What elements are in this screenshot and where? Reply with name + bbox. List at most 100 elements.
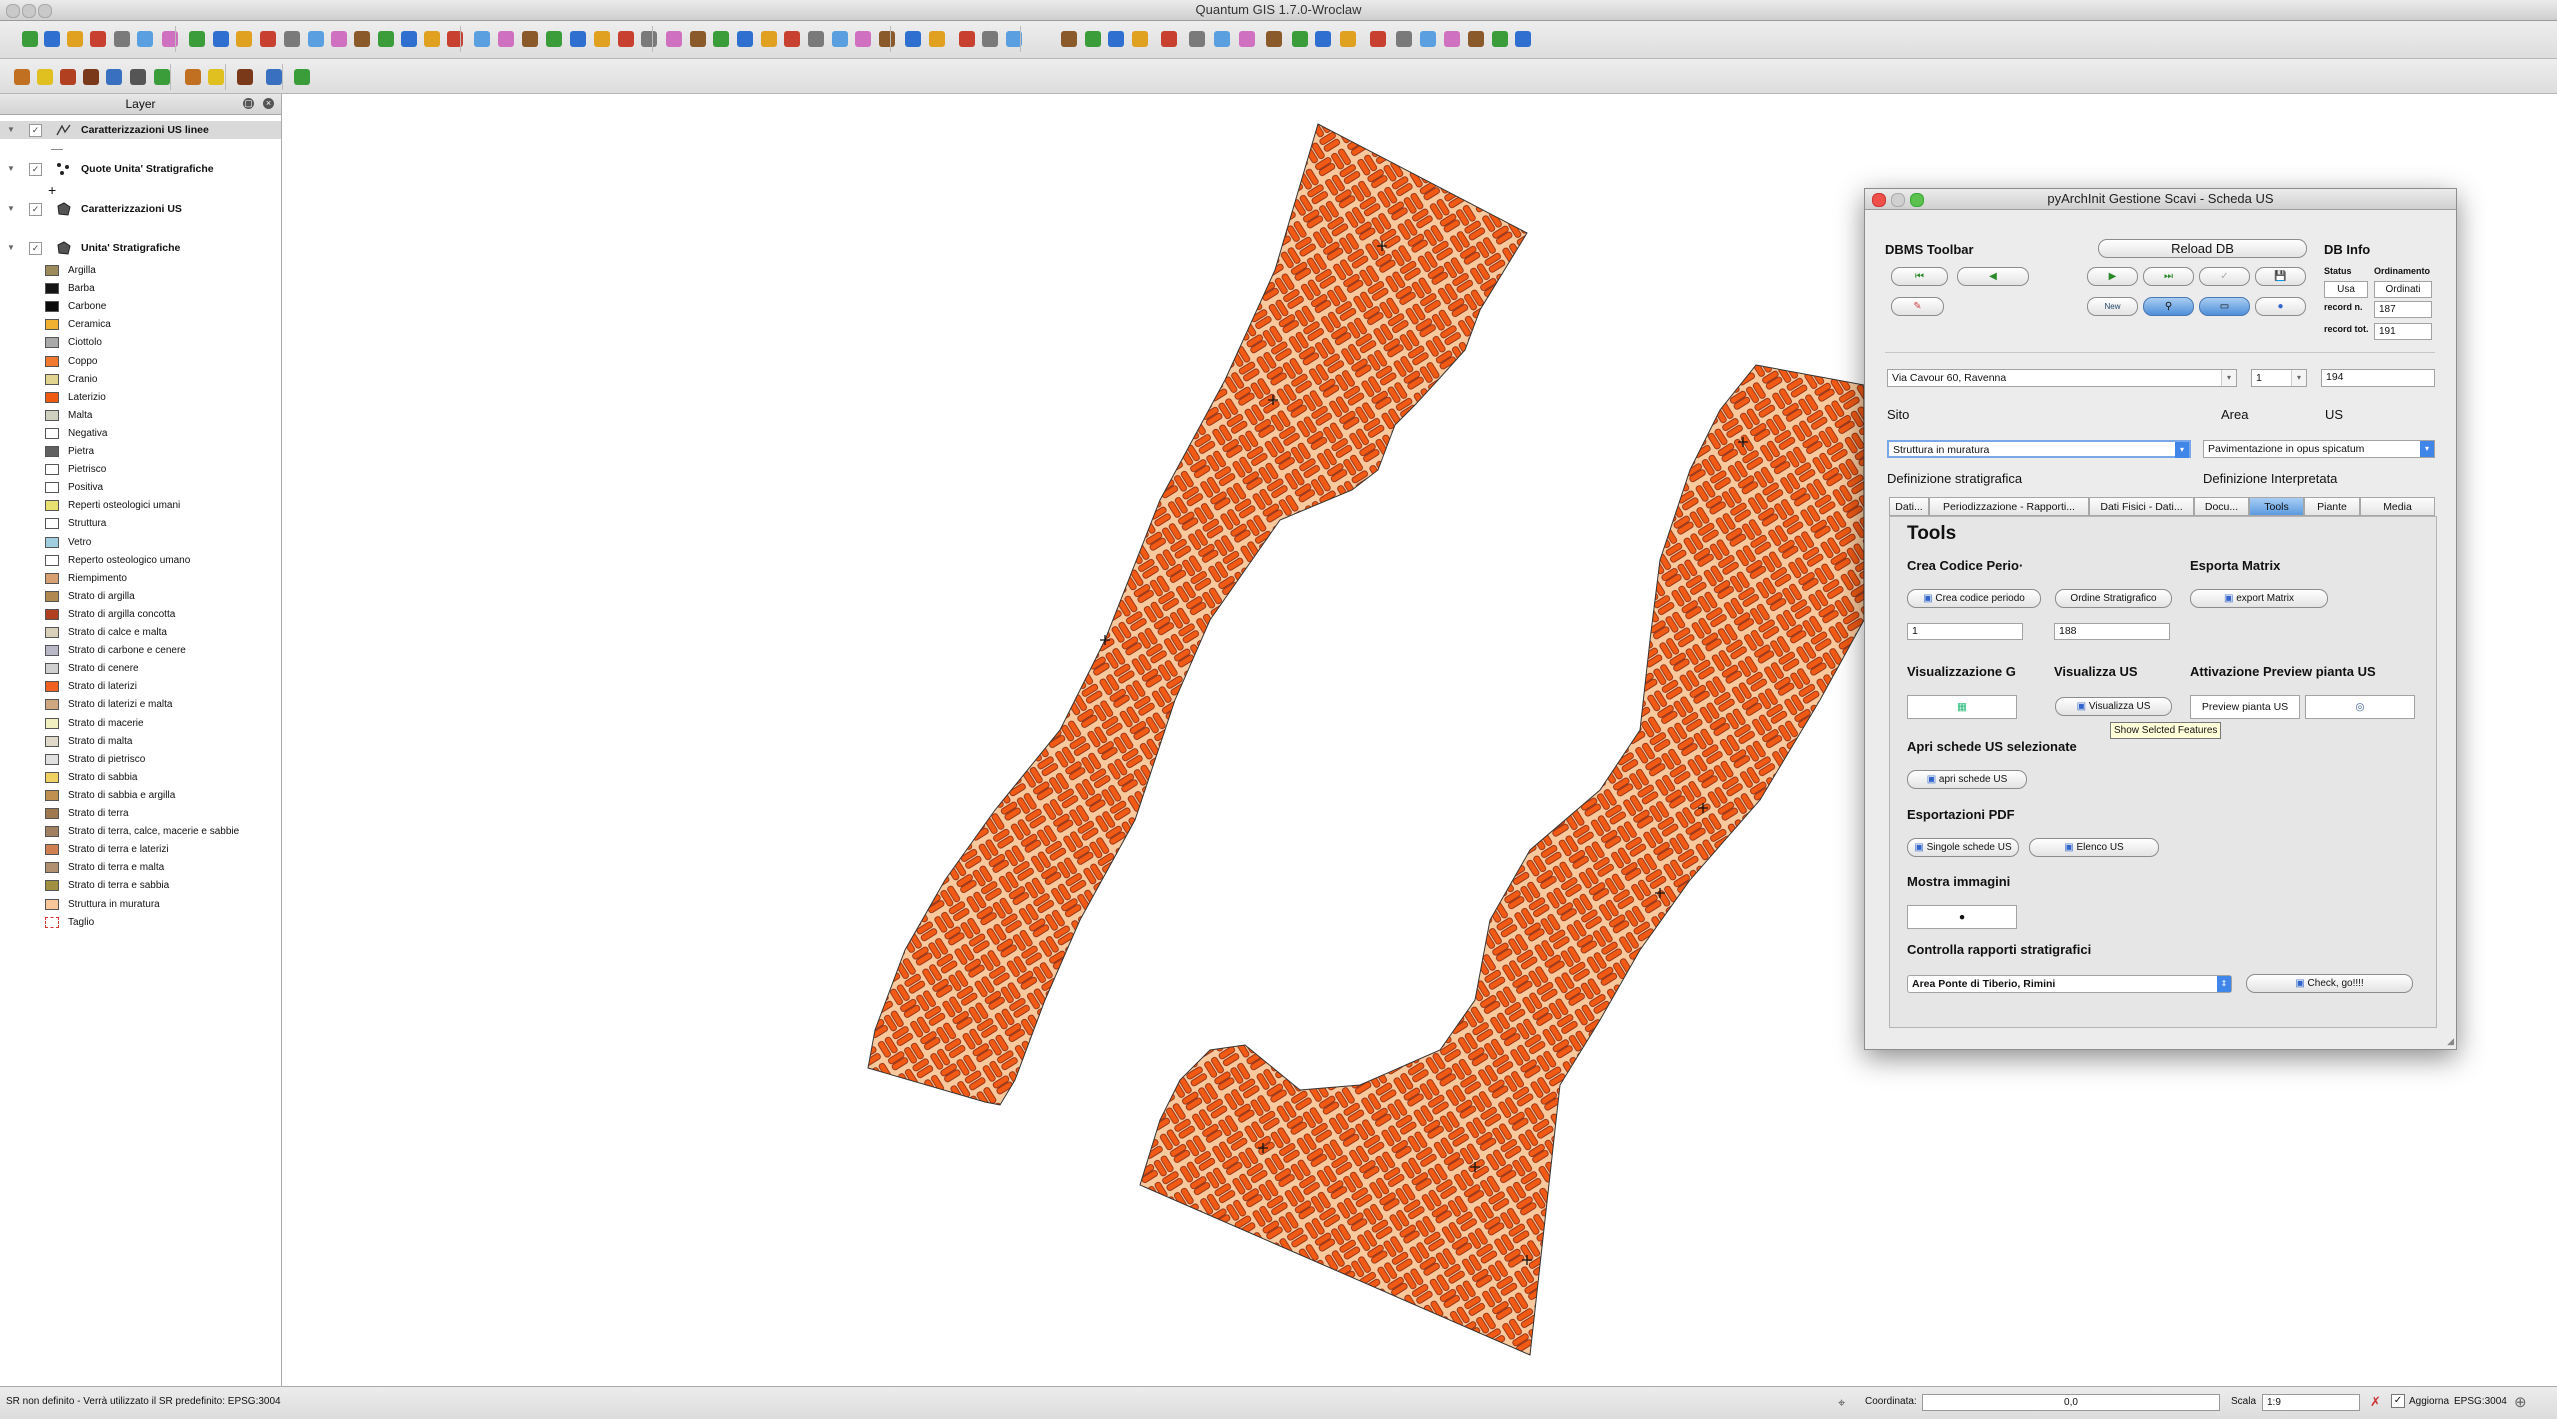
identify-icon[interactable] [955,27,979,51]
search-record-button[interactable]: ⚲ [2143,297,2194,316]
camera-icon[interactable] [290,65,314,89]
new-project-icon[interactable] [1392,27,1416,51]
measure-icon[interactable] [209,27,233,51]
preview-pianta-toggle[interactable]: Preview pianta US [2190,695,2300,719]
sync-icon[interactable] [126,65,150,89]
delete-record-button[interactable]: ● [2255,297,2306,316]
zoom-window-button[interactable] [38,4,52,18]
controlla-sito-combo[interactable]: Area Ponte di Tiberio, Rimini ⇕ [1907,975,2232,993]
settings-icon[interactable] [1057,27,1081,51]
new-project-icon[interactable] [542,27,566,51]
zoom-out-icon[interactable] [420,27,444,51]
trowel-icon[interactable] [56,65,80,89]
tab-documentazione[interactable]: Docu... [2194,497,2249,516]
layer-item[interactable]: ▼ ✓ Unita' Stratigrafiche [0,239,281,257]
select-icon[interactable] [185,27,209,51]
zoom-in-icon[interactable] [1511,27,1535,51]
select-icon[interactable] [709,27,733,51]
float-panel-icon[interactable]: ▢ [243,98,254,109]
layer-checkbox[interactable]: ✓ [29,163,42,176]
us-field[interactable]: 194 [2321,369,2435,387]
identify-icon[interactable] [1262,27,1286,51]
reload-db-button[interactable]: Reload DB [2098,239,2307,258]
identify-icon[interactable] [686,27,710,51]
sito-combo[interactable]: Via Cavour 60, Ravenna ▾ [1887,369,2237,387]
pavement-polygon-west[interactable] [867,123,1528,1106]
settings-icon[interactable] [518,27,542,51]
add-layer-icon[interactable] [327,27,351,51]
prev-record-button[interactable]: ◀ [1957,267,2029,286]
pan-icon[interactable] [637,27,661,51]
save-icon[interactable] [350,27,374,51]
digitize-icon[interactable] [1336,27,1360,51]
measure-icon[interactable] [1002,27,1026,51]
layer-checkbox[interactable]: ✓ [29,124,42,137]
stats-icon[interactable] [233,65,257,89]
layer-item[interactable]: ▼ ✓ Quote Unita' Stratigrafiche [0,160,281,178]
definizione-stratigrafica-combo[interactable]: Struttura in muratura ▾ [1887,440,2191,458]
minimize-window-button[interactable] [22,4,36,18]
open-project-icon[interactable] [828,27,852,51]
singole-schede-us-button[interactable]: ▣ Singole schede US [1907,838,2019,857]
save-icon[interactable] [86,27,110,51]
zoom-out-icon[interactable] [158,27,182,51]
collapse-triangle-icon[interactable]: ▼ [7,160,15,178]
minimize-dialog-button[interactable] [1891,193,1905,207]
camera-icon[interactable]: ● [1907,905,2017,929]
tab-media[interactable]: Media [2360,497,2435,516]
edit-record-button[interactable]: ✓ [2199,267,2250,286]
new-project-icon[interactable] [280,27,304,51]
layer-item[interactable]: ▼ ✓ Caratterizzazioni US [0,200,281,218]
ordine-stratigrafico-button[interactable]: Ordine Stratigrafico [2055,589,2172,608]
zoom-out-icon[interactable] [662,27,686,51]
apri-schede-us-button[interactable]: ▣ apri schede US [1907,770,2027,789]
open-project-icon[interactable] [304,27,328,51]
zoom-in-icon[interactable] [1210,27,1234,51]
collapse-triangle-icon[interactable]: ▼ [7,200,15,218]
measure-icon[interactable] [733,27,757,51]
periodo-start-field[interactable]: 1 [1907,623,2023,640]
add-layer-icon[interactable] [1128,27,1152,51]
layer-item[interactable]: ▼ ✓ Caratterizzazioni US linee [0,121,281,139]
crea-codice-periodo-button[interactable]: ▣ Crea codice periodo [1907,589,2041,608]
zoom-out-icon[interactable] [925,27,949,51]
first-record-button[interactable]: ⏮ [1891,267,1948,286]
settings-icon[interactable] [256,27,280,51]
new-project-icon[interactable] [1081,27,1105,51]
resize-grip-icon[interactable]: ◢ [2447,1036,2454,1047]
select-icon[interactable] [1288,27,1312,51]
close-dialog-button[interactable] [1872,193,1886,207]
plugin-icon[interactable] [181,65,205,89]
next-record-button[interactable]: ▶ [2087,267,2138,286]
new-record-button[interactable]: New [2087,297,2138,316]
zoom-in-icon[interactable] [133,27,157,51]
collapse-triangle-icon[interactable]: ▼ [7,239,15,257]
plugin-icon[interactable] [10,65,34,89]
check-go-button[interactable]: ▣ Check, go!!!! [2246,974,2413,993]
stop-render-icon[interactable]: ✗ [2370,1394,2381,1410]
add-layer-icon[interactable] [1440,27,1464,51]
add-layer-icon[interactable] [63,27,87,51]
layer-checkbox[interactable]: ✓ [29,203,42,216]
tab-dati-fisici[interactable]: Dati Fisici - Dati... [2089,497,2194,516]
add-layer-icon[interactable] [851,27,875,51]
coordinate-field[interactable]: 0,0 [1922,1394,2220,1411]
pan-icon[interactable] [374,27,398,51]
select-icon[interactable] [978,27,1002,51]
pan-icon[interactable] [1488,27,1512,51]
definizione-interpretata-combo[interactable]: Pavimentazione in opus spicatum ▾ [2203,440,2435,458]
measure-icon[interactable] [470,27,494,51]
render-checkbox[interactable]: ✓ [2391,1394,2405,1408]
measure-icon[interactable] [1311,27,1335,51]
digitize-icon[interactable] [757,27,781,51]
zoom-out-icon[interactable] [1235,27,1259,51]
map-icon[interactable] [102,65,126,89]
pan-icon[interactable] [110,27,134,51]
save-icon[interactable] [1157,27,1181,51]
last-record-button[interactable]: ⏭ [2143,267,2194,286]
settings-icon[interactable] [1366,27,1390,51]
tab-tools[interactable]: Tools [2249,497,2304,516]
cancel-edit-button[interactable]: ✎ [1891,297,1944,316]
tab-piante[interactable]: Piante [2304,497,2360,516]
tab-dati[interactable]: Dati... [1889,497,1929,516]
